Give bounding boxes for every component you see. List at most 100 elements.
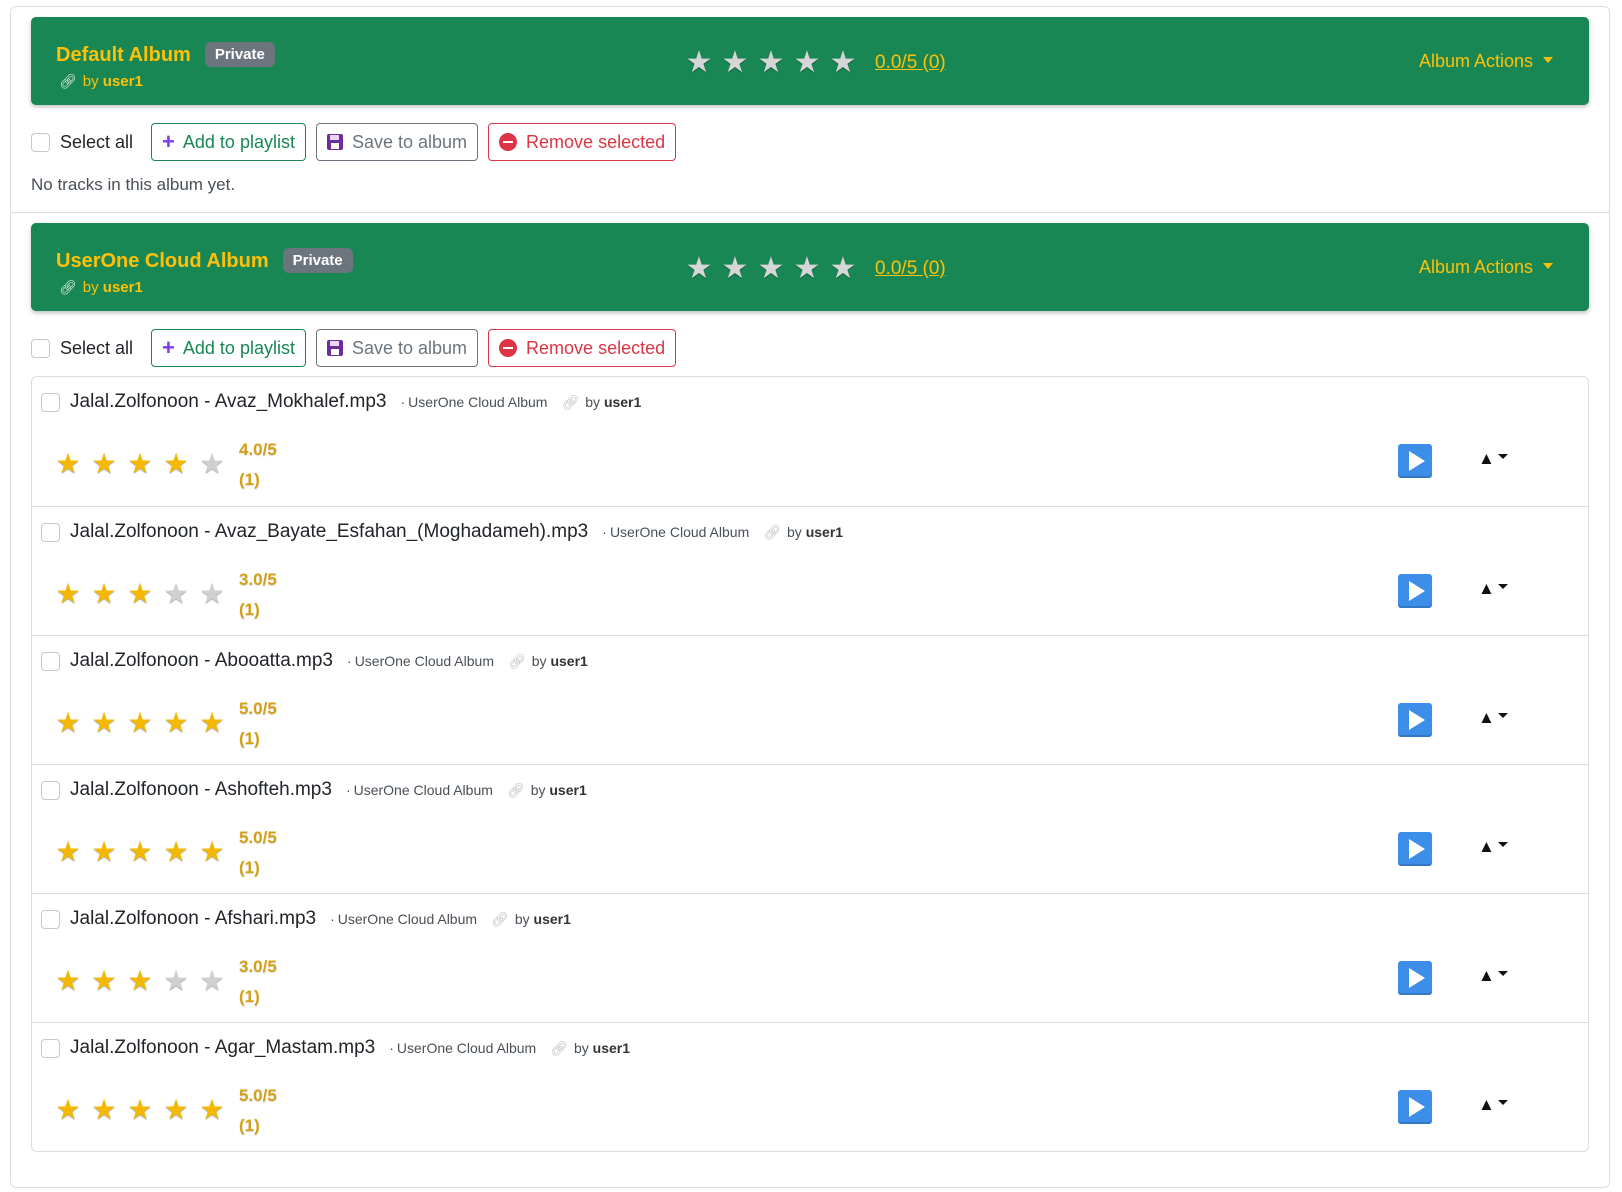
caret-down-icon (1497, 454, 1508, 459)
save-to-album-button[interactable]: Save to album (315, 123, 479, 161)
rating-star-icon[interactable]: ★ (122, 1093, 158, 1126)
album-rating[interactable]: ★ ★ ★ ★ ★ 0.0/5 (0) (681, 45, 946, 80)
track-checkbox[interactable] (41, 1039, 60, 1058)
play-icon[interactable] (1398, 444, 1432, 478)
rating-star-icon[interactable]: ★ (825, 251, 861, 286)
add-to-playlist-button[interactable]: + Add to playlist (151, 329, 306, 367)
track-album-name: UserOne Cloud Album (353, 782, 493, 798)
rating-star-icon[interactable]: ★ (194, 577, 230, 610)
rating-star-icon[interactable]: ★ (194, 1093, 230, 1126)
track-score: 4.0/5 (1) (239, 435, 277, 495)
track-title: Jalal.Zolfonoon - Ashofteh.mp3 · UserOne C… (70, 779, 587, 801)
rating-star-icon[interactable]: ★ (86, 964, 122, 997)
track-checkbox[interactable] (41, 652, 60, 671)
rating-star-icon[interactable]: ★ (122, 964, 158, 997)
track-options-dropdown[interactable]: ▲ (1478, 449, 1508, 469)
rating-star-icon[interactable]: ★ (681, 45, 717, 80)
track-rating-stars[interactable]: ★ ★ ★ ★ ★ (50, 964, 230, 997)
track-album-name: UserOne Cloud Album (408, 394, 548, 410)
select-all[interactable]: Select all (31, 132, 133, 153)
rating-star-icon[interactable]: ★ (50, 835, 86, 868)
track-title-text: Jalal.Zolfonoon - Agar_Mastam.mp3 (70, 1037, 376, 1058)
rating-star-icon[interactable]: ★ (194, 447, 230, 480)
rating-star-icon[interactable]: ★ (50, 964, 86, 997)
track-owner-link[interactable]: user1 (549, 782, 586, 798)
track-options-dropdown[interactable]: ▲ (1478, 1095, 1508, 1115)
rating-star-icon[interactable]: ★ (158, 447, 194, 480)
track-album-name: UserOne Cloud Album (354, 653, 494, 669)
remove-selected-button[interactable]: Remove selected (488, 329, 677, 367)
rating-star-icon[interactable]: ★ (122, 835, 158, 868)
add-to-playlist-button[interactable]: + Add to playlist (151, 123, 306, 161)
link-icon: 🔗︎ (507, 653, 526, 669)
rating-star-icon[interactable]: ★ (122, 577, 158, 610)
track-options-dropdown[interactable]: ▲ (1478, 837, 1508, 857)
select-all[interactable]: Select all (31, 338, 133, 359)
remove-selected-button[interactable]: Remove selected (488, 123, 677, 161)
rating-star-icon[interactable]: ★ (194, 964, 230, 997)
play-icon[interactable] (1398, 574, 1432, 608)
select-all-checkbox[interactable] (31, 132, 50, 152)
rating-star-icon[interactable]: ★ (50, 447, 86, 480)
rating-star-icon[interactable]: ★ (681, 251, 717, 286)
play-icon[interactable] (1398, 961, 1432, 995)
rating-star-icon[interactable]: ★ (50, 577, 86, 610)
owner-prefix: by (82, 279, 99, 296)
rating-star-icon[interactable]: ★ (194, 706, 230, 739)
rating-star-icon[interactable]: ★ (86, 577, 122, 610)
rating-star-icon[interactable]: ★ (86, 706, 122, 739)
track-owner-link[interactable]: user1 (604, 394, 641, 410)
rating-star-icon[interactable]: ★ (158, 706, 194, 739)
caret-down-icon (1497, 842, 1508, 847)
track-options-dropdown[interactable]: ▲ (1478, 579, 1508, 599)
track-owner-link[interactable]: user1 (534, 911, 571, 927)
rating-star-icon[interactable]: ★ (158, 1093, 194, 1126)
rating-star-icon[interactable]: ★ (122, 447, 158, 480)
track-checkbox[interactable] (41, 523, 60, 542)
track-options-dropdown[interactable]: ▲ (1478, 966, 1508, 986)
owner-link[interactable]: user1 (103, 279, 143, 296)
album-actions-dropdown[interactable]: Album Actions (1419, 257, 1553, 278)
track-title: Jalal.Zolfonoon - Avaz_Mokhalef.mp3 · User… (70, 391, 641, 413)
rating-star-icon[interactable]: ★ (717, 45, 753, 80)
track-checkbox[interactable] (41, 393, 60, 412)
rating-star-icon[interactable]: ★ (158, 577, 194, 610)
track-rating-stars[interactable]: ★ ★ ★ ★ ★ (50, 706, 230, 739)
track-owner-link[interactable]: user1 (593, 1040, 630, 1056)
rating-star-icon[interactable]: ★ (194, 835, 230, 868)
rating-star-icon[interactable]: ★ (86, 1093, 122, 1126)
track-rating-stars[interactable]: ★ ★ ★ ★ ★ (50, 835, 230, 868)
rating-star-icon[interactable]: ★ (158, 835, 194, 868)
track-checkbox[interactable] (41, 910, 60, 929)
save-to-album-button[interactable]: Save to album (315, 329, 479, 367)
rating-star-icon[interactable]: ★ (753, 45, 789, 80)
play-icon[interactable] (1398, 832, 1432, 866)
rating-star-icon[interactable]: ★ (86, 447, 122, 480)
rating-star-icon[interactable]: ★ (753, 251, 789, 286)
track-rating-stars[interactable]: ★ ★ ★ ★ ★ (50, 577, 230, 610)
rating-star-icon[interactable]: ★ (158, 964, 194, 997)
select-all-label: Select all (60, 131, 134, 152)
play-icon[interactable] (1398, 703, 1432, 737)
rating-star-icon[interactable]: ★ (789, 45, 825, 80)
track-options-dropdown[interactable]: ▲ (1478, 708, 1508, 728)
select-all-checkbox[interactable] (31, 338, 50, 358)
album-rating[interactable]: ★ ★ ★ ★ ★ 0.0/5 (0) (681, 251, 946, 286)
track-owner-link[interactable]: user1 (550, 653, 587, 669)
track-checkbox[interactable] (41, 781, 60, 800)
link-icon: 🔗︎ (550, 1040, 568, 1056)
rating-star-icon[interactable]: ★ (789, 251, 825, 286)
rating-star-icon[interactable]: ★ (122, 706, 158, 739)
rating-star-icon[interactable]: ★ (717, 251, 753, 286)
album-actions-dropdown[interactable]: Album Actions (1419, 51, 1553, 72)
track-rating-stars[interactable]: ★ ★ ★ ★ ★ (50, 447, 230, 480)
track-owner-link[interactable]: user1 (806, 524, 843, 540)
save-to-album-label: Save to album (351, 131, 468, 152)
owner-link[interactable]: user1 (103, 73, 143, 90)
track-rating-stars[interactable]: ★ ★ ★ ★ ★ (50, 1093, 230, 1126)
rating-star-icon[interactable]: ★ (86, 835, 122, 868)
rating-star-icon[interactable]: ★ (825, 45, 861, 80)
rating-star-icon[interactable]: ★ (50, 1093, 86, 1126)
play-icon[interactable] (1398, 1090, 1432, 1124)
rating-star-icon[interactable]: ★ (50, 706, 86, 739)
